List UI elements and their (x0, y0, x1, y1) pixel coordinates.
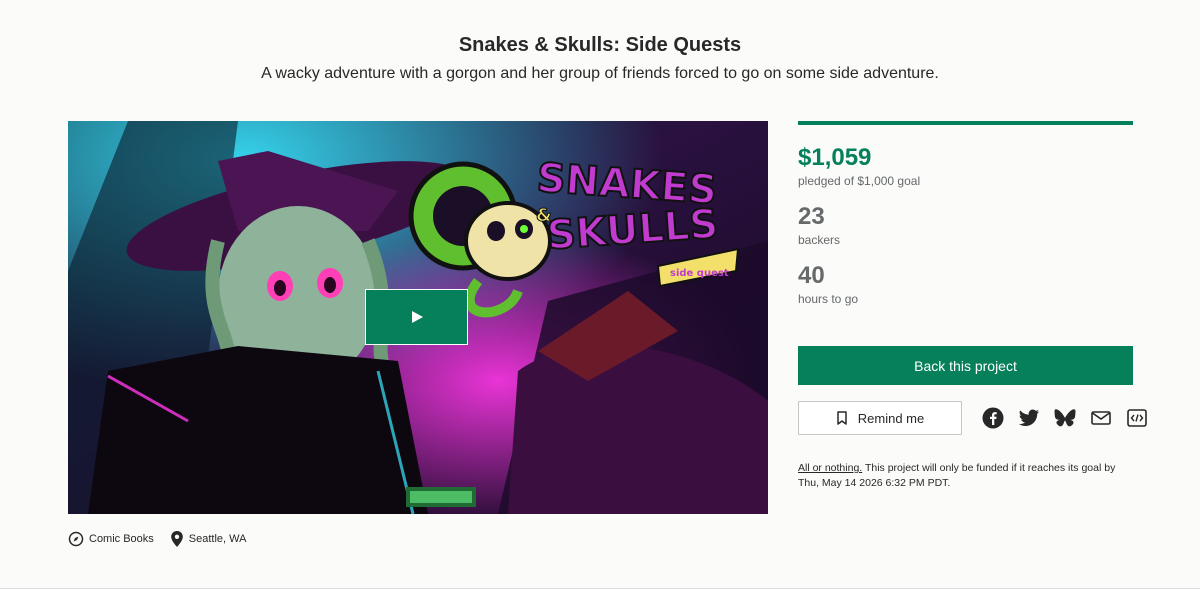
facebook-icon (982, 407, 1004, 429)
project-meta: Comic Books Seattle, WA (68, 530, 262, 548)
email-icon (1091, 411, 1111, 425)
embed-icon (1127, 409, 1147, 427)
pledged-amount: $1,059 (798, 144, 872, 171)
funding-note: All or nothing. This project will only b… (798, 461, 1138, 491)
twitter-icon (1019, 409, 1039, 426)
play-icon (411, 311, 423, 323)
facebook-share[interactable] (982, 407, 1004, 429)
time-left-label: hours to go (798, 292, 859, 306)
play-video-button[interactable] (365, 289, 468, 345)
location-link[interactable]: Seattle, WA (170, 530, 247, 548)
embed-share[interactable] (1126, 407, 1148, 429)
location-label: Seattle, WA (188, 533, 247, 545)
funding-progress-bar (798, 121, 1133, 125)
project-video[interactable]: SNAKES & SKULLS side quest (68, 121, 768, 514)
pledged-goal-label: pledged of $1,000 goal (798, 174, 921, 188)
project-blurb: A wacky adventure with a gorgon and her … (261, 65, 939, 82)
funding-stats: $1,059 pledged of $1,000 goal 23 backers… (798, 121, 1147, 489)
location-pin-icon (170, 531, 183, 547)
bluesky-share[interactable] (1054, 407, 1076, 429)
email-share[interactable] (1090, 407, 1112, 429)
backers-count: 23 (798, 203, 825, 230)
backers-label: backers (798, 233, 841, 247)
all-or-nothing-link[interactable]: All or nothing. (798, 462, 862, 474)
bluesky-icon (1054, 409, 1076, 427)
share-links (968, 407, 1148, 429)
category-label: Comic Books (89, 533, 154, 545)
compass-icon (68, 531, 84, 547)
twitter-share[interactable] (1018, 407, 1040, 429)
project-title: Snakes & Skulls: Side Quests (458, 34, 742, 56)
time-left-count: 40 (798, 262, 825, 289)
remind-me-label: Remind me (857, 410, 925, 426)
logo-tagline: side quest (670, 268, 729, 279)
back-project-button[interactable]: Back this project (798, 346, 1133, 385)
remind-me-button[interactable]: Remind me (798, 401, 962, 435)
category-link[interactable]: Comic Books (68, 531, 154, 547)
bookmark-icon (837, 411, 847, 425)
